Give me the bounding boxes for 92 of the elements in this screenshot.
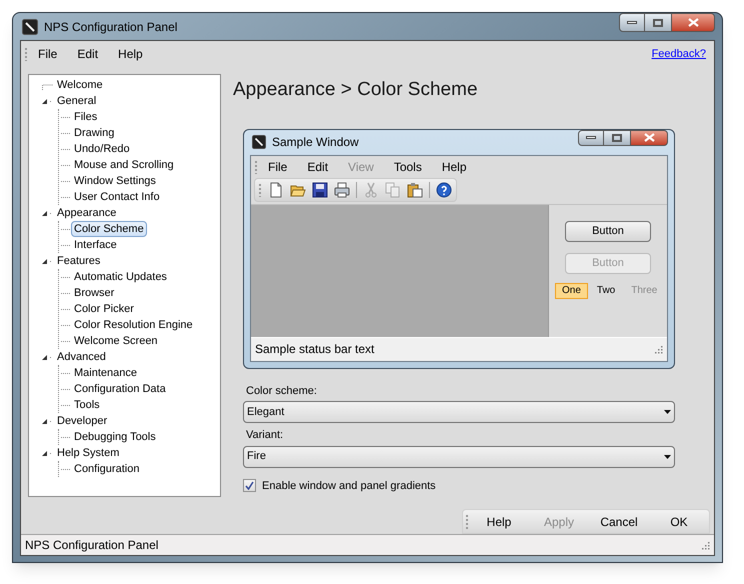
resize-grip-icon <box>654 344 663 354</box>
tree-item[interactable]: Configuration Data <box>71 381 169 397</box>
menu-item[interactable]: Help <box>108 45 153 63</box>
tree-item[interactable]: Features <box>54 253 104 269</box>
dropdown[interactable]: Elegant <box>243 401 675 423</box>
tree-item[interactable]: Files <box>71 109 100 125</box>
tree-item[interactable]: Drawing <box>71 125 118 141</box>
tree-connector-icon <box>61 116 70 118</box>
dropdown-arrow-icon <box>664 410 671 414</box>
print-icon[interactable] <box>334 182 350 198</box>
tree-item[interactable]: Debugging Tools <box>71 429 159 445</box>
tree-connector-icon <box>61 244 70 246</box>
tree-item[interactable]: Help System <box>54 445 122 461</box>
save-icon[interactable] <box>312 182 328 198</box>
sample-tab[interactable]: Two <box>590 282 622 298</box>
dropdown[interactable]: Fire <box>243 446 675 468</box>
window-title: NPS Configuration Panel <box>44 18 178 36</box>
tree-item[interactable]: Automatic Updates <box>71 269 170 285</box>
tree-item[interactable]: Configuration <box>71 461 142 477</box>
minimize-button[interactable] <box>578 130 604 146</box>
tree-item[interactable]: Interface <box>71 237 120 253</box>
tree-item[interactable]: Color Picker <box>71 301 137 317</box>
close-icon <box>644 133 654 142</box>
tree-item[interactable]: Maintenance <box>71 365 140 381</box>
status-text: NPS Configuration Panel <box>25 537 158 554</box>
field-label: Variant: <box>246 428 284 443</box>
tree-item[interactable]: Tools <box>71 397 103 413</box>
tree-connector-icon <box>61 388 70 390</box>
tree-item[interactable]: Welcome Screen <box>71 333 161 349</box>
feedback-link[interactable]: Feedback? <box>652 46 706 62</box>
close-button[interactable] <box>630 130 668 146</box>
dialog-button[interactable]: OK <box>649 512 709 530</box>
app-icon <box>252 135 266 149</box>
tree-connector-icon <box>61 468 70 470</box>
app-icon <box>22 18 38 34</box>
tree-connector-icon <box>61 180 70 182</box>
tree-item[interactable]: Mouse and Scrolling <box>71 157 177 173</box>
menu-item[interactable]: File <box>28 45 68 63</box>
tree-connector-icon <box>61 132 70 134</box>
tree-item[interactable]: Color Resolution Engine <box>71 317 196 333</box>
field-label: Color scheme: <box>246 384 318 398</box>
paste-icon[interactable] <box>407 182 423 198</box>
tree-item[interactable]: Developer <box>54 413 110 429</box>
grip-icon <box>25 47 28 61</box>
tree-connector-icon <box>61 308 70 310</box>
tree-item[interactable]: Undo/Redo <box>71 141 133 157</box>
tree-connector-icon <box>61 276 70 278</box>
dropdown-arrow-icon <box>664 454 671 458</box>
page-heading: Appearance > Color Scheme <box>233 78 479 102</box>
maximize-button[interactable] <box>604 130 630 146</box>
sample-tab[interactable]: One <box>555 282 588 298</box>
check-icon <box>245 481 254 490</box>
close-button[interactable] <box>671 13 715 32</box>
maximize-button[interactable] <box>645 13 671 32</box>
help-icon[interactable] <box>436 182 452 198</box>
tree-item[interactable]: General <box>54 93 100 109</box>
tree-connector-icon <box>61 228 70 230</box>
sample-status-text: Sample status bar text <box>255 341 374 358</box>
menu-item[interactable]: Edit <box>67 45 108 63</box>
tree-connector-icon <box>61 324 70 326</box>
grip-icon <box>259 182 262 196</box>
sample-window-title: Sample Window <box>272 134 359 151</box>
dialog-button[interactable]: Cancel <box>589 512 649 530</box>
tree-connector-icon <box>61 340 70 342</box>
grip-icon <box>466 514 469 530</box>
tree-connector-icon <box>61 196 70 198</box>
tree-connector-icon <box>61 148 70 150</box>
tree-connector-icon <box>61 436 70 438</box>
menu-item[interactable]: Tools <box>384 158 432 176</box>
minimize-button[interactable] <box>619 13 645 32</box>
tree-connector-icon <box>61 164 70 166</box>
menu-item[interactable]: Edit <box>297 158 338 176</box>
tree-item[interactable]: Advanced <box>54 349 109 365</box>
dialog-button[interactable]: Help <box>469 512 529 530</box>
tree-item[interactable]: Window Settings <box>71 173 159 189</box>
tree-connector-icon <box>61 292 70 294</box>
tree-item[interactable]: Browser <box>71 285 118 301</box>
resize-grip-icon <box>701 540 710 550</box>
tree-connector-icon <box>61 404 70 406</box>
tree-item[interactable]: Appearance <box>54 205 120 221</box>
sample-button[interactable]: Button <box>565 220 651 242</box>
menu-item[interactable]: Help <box>432 158 477 176</box>
tree-item[interactable]: Welcome <box>54 77 106 93</box>
checkbox[interactable] <box>243 479 256 492</box>
menu-item[interactable]: File <box>258 158 298 176</box>
tree-item[interactable]: User Contact Info <box>71 189 163 205</box>
tree-item[interactable]: Color Scheme <box>71 221 147 237</box>
tree-connector-icon <box>61 372 70 374</box>
checkbox-label: Enable window and panel gradients <box>262 478 436 494</box>
close-icon <box>688 18 698 27</box>
grip-icon <box>255 160 258 174</box>
new-icon[interactable] <box>268 182 284 198</box>
